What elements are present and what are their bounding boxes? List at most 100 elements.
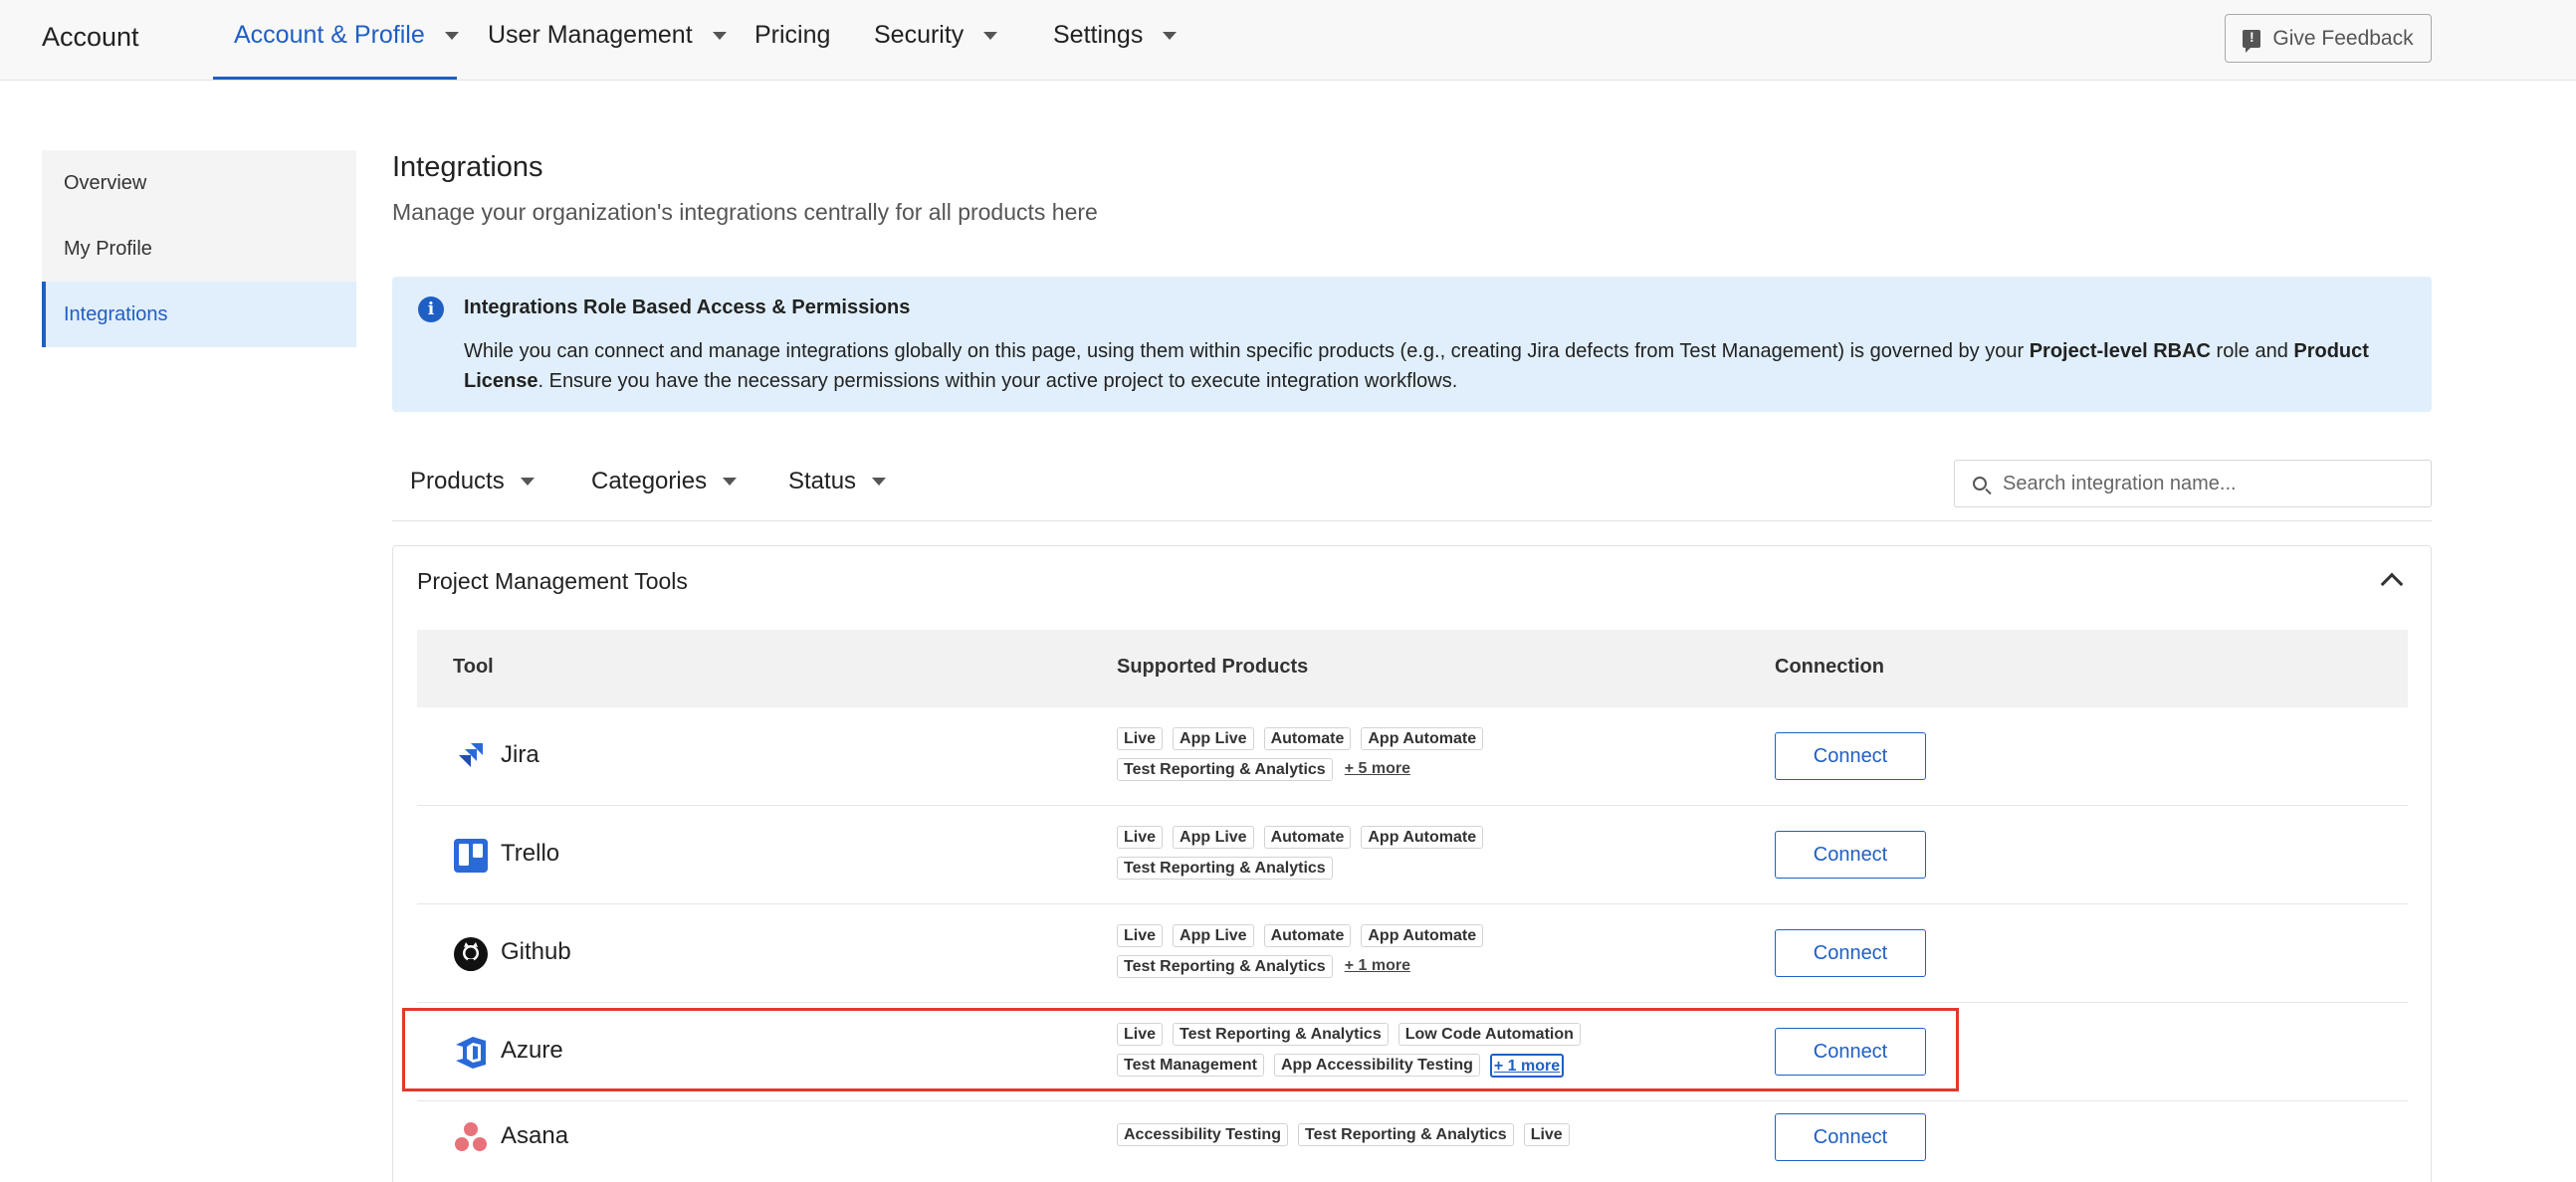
chevron-down-icon	[723, 478, 738, 486]
supported-products: Accessibility Testing Test Reporting & A…	[1117, 1123, 1634, 1154]
table-header: Tool Supported Products Connection	[417, 630, 2408, 707]
supported-products: Live App Live Automate App Automate Test…	[1117, 727, 1634, 789]
active-nav-indicator	[213, 77, 457, 80]
connect-button[interactable]: Connect	[1775, 1113, 1926, 1161]
product-badge: Test Reporting & Analytics	[1297, 1123, 1514, 1146]
product-badge: Test Reporting & Analytics	[1117, 955, 1333, 978]
product-badge: Automate	[1263, 924, 1352, 947]
nav-label: Pricing	[754, 21, 831, 49]
product-badge: App Automate	[1361, 924, 1484, 947]
tool-name: Jira	[501, 741, 539, 768]
panel-title: Project Management Tools	[417, 568, 688, 594]
product-badge: Test Reporting & Analytics	[1173, 1023, 1389, 1046]
give-feedback-button[interactable]: Give Feedback	[2225, 14, 2432, 63]
product-badge: Low Code Automation	[1397, 1023, 1581, 1046]
banner-text: . Ensure you have the necessary permissi…	[537, 370, 1458, 392]
filter-label: Status	[788, 468, 857, 494]
nav-account-profile[interactable]: Account & Profile	[234, 21, 459, 50]
product-badge: App Automate	[1361, 826, 1484, 849]
status-filter-dropdown[interactable]: Status	[788, 468, 887, 495]
nav-user-management[interactable]: User Management	[488, 21, 727, 50]
sidebar-item-my-profile[interactable]: My Profile	[42, 216, 356, 282]
azure-icon	[456, 1037, 486, 1069]
top-navigation: Account Account & Profile User Managemen…	[0, 0, 2576, 81]
nav-settings[interactable]: Settings	[1053, 21, 1178, 50]
more-products-link[interactable]: + 1 more	[1489, 1054, 1565, 1078]
filter-label: Products	[410, 468, 505, 494]
nav-label: Security	[874, 21, 965, 49]
github-icon	[454, 937, 488, 971]
product-badge: App Automate	[1361, 727, 1484, 750]
chevron-up-icon[interactable]	[2380, 572, 2404, 596]
categories-filter-dropdown[interactable]: Categories	[591, 468, 738, 495]
table-row: Asana Accessibility Testing Test Reporti…	[417, 1101, 2408, 1182]
feedback-icon	[2243, 29, 2261, 53]
page-title: Integrations	[392, 151, 543, 183]
banner-text: While you can connect and manage integra…	[464, 340, 2030, 362]
banner-title: Integrations Role Based Access & Permiss…	[464, 296, 911, 318]
nav-pricing[interactable]: Pricing	[754, 21, 830, 50]
table-row: Jira Live App Live Automate App Automate…	[417, 707, 2408, 806]
tool-name: Trello	[501, 840, 560, 867]
product-badge: App Accessibility Testing	[1273, 1054, 1480, 1077]
product-badge: Live	[1117, 727, 1164, 750]
product-badge: App Live	[1173, 924, 1254, 947]
chevron-down-icon	[712, 31, 727, 40]
tool-name: Asana	[501, 1122, 569, 1149]
table-row: Azure Live Test Reporting & Analytics Lo…	[417, 1003, 2408, 1101]
supported-products: Live App Live Automate App Automate Test…	[1117, 924, 1634, 986]
filter-bar: Products Categories Status	[392, 458, 2432, 521]
table-row: Trello Live App Live Automate App Automa…	[417, 806, 2408, 904]
search-box	[1954, 460, 2432, 507]
search-input[interactable]	[2003, 472, 2421, 495]
sidebar-item-label: Integrations	[64, 302, 168, 325]
product-badge: Test Management	[1117, 1054, 1264, 1077]
brand-title: Account	[42, 22, 139, 52]
connect-button[interactable]: Connect	[1775, 929, 1926, 977]
product-badge: Automate	[1263, 727, 1352, 750]
nav-label: Account & Profile	[234, 21, 425, 49]
chevron-down-icon	[520, 478, 535, 486]
sidebar-item-label: My Profile	[64, 237, 152, 260]
supported-products: Live App Live Automate App Automate Test…	[1117, 826, 1634, 887]
search-icon	[1973, 477, 1987, 491]
table-row: Github Live App Live Automate App Automa…	[417, 904, 2408, 1003]
tool-name: Github	[501, 938, 571, 965]
product-badge: Live	[1117, 924, 1164, 947]
more-products-link[interactable]: + 5 more	[1343, 758, 1412, 782]
info-icon: i	[418, 296, 444, 322]
product-badge: Test Reporting & Analytics	[1117, 758, 1333, 781]
sidebar-item-integrations[interactable]: Integrations	[42, 282, 356, 347]
banner-bold-rbac: Project-level RBAC	[2029, 340, 2211, 362]
supported-products: Live Test Reporting & Analytics Low Code…	[1117, 1023, 1634, 1084]
banner-text: role and	[2210, 340, 2294, 362]
rbac-info-banner: i Integrations Role Based Access & Permi…	[392, 277, 2432, 412]
jira-icon	[459, 743, 483, 767]
project-management-tools-panel: Project Management Tools Tool Supported …	[392, 545, 2432, 1182]
column-header-connection: Connection	[1775, 656, 1884, 678]
more-products-link[interactable]: + 1 more	[1343, 955, 1412, 979]
product-badge: Live	[1117, 826, 1164, 849]
product-badge: App Live	[1173, 727, 1254, 750]
banner-body: While you can connect and manage integra…	[464, 336, 2415, 396]
give-feedback-label: Give Feedback	[2272, 26, 2414, 50]
chevron-down-icon	[1163, 31, 1178, 40]
chevron-down-icon	[444, 31, 459, 40]
nav-label: Settings	[1053, 21, 1144, 49]
asana-icon	[455, 1122, 487, 1151]
sidebar-item-label: Overview	[64, 171, 147, 194]
connect-button[interactable]: Connect	[1775, 732, 1926, 780]
chevron-down-icon	[872, 478, 887, 486]
nav-security[interactable]: Security	[874, 21, 998, 50]
nav-label: User Management	[488, 21, 693, 49]
trello-icon	[454, 839, 488, 873]
product-badge: Live	[1117, 1023, 1164, 1046]
product-badge: Accessibility Testing	[1117, 1123, 1288, 1146]
sidebar-item-overview[interactable]: Overview	[42, 150, 356, 216]
connect-button[interactable]: Connect	[1775, 1028, 1926, 1076]
product-badge: Automate	[1263, 826, 1352, 849]
products-filter-dropdown[interactable]: Products	[410, 468, 535, 495]
connect-button[interactable]: Connect	[1775, 831, 1926, 879]
product-badge: Live	[1523, 1123, 1570, 1146]
page-subtitle: Manage your organization's integrations …	[392, 199, 1098, 225]
